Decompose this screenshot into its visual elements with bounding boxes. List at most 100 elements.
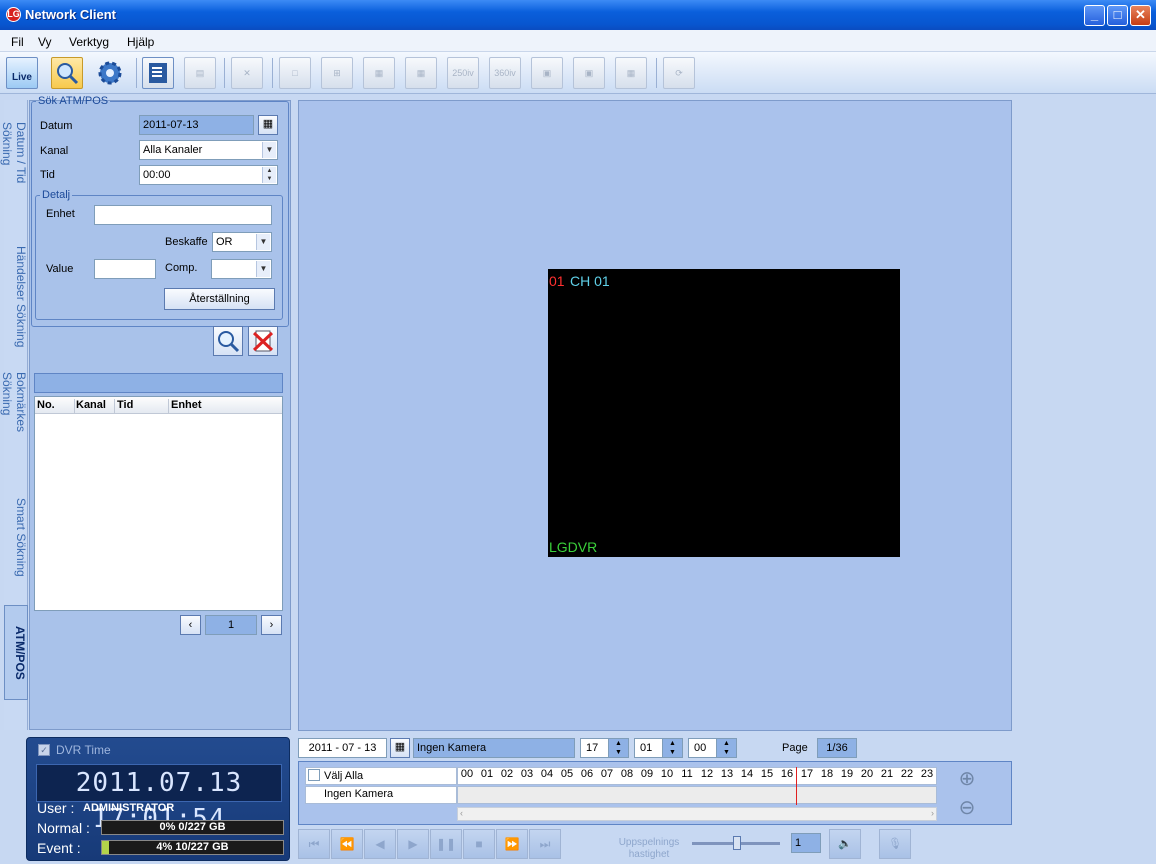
date-field[interactable]: 2011-07-13 (139, 115, 254, 135)
timeline-date-field[interactable]: 2011 - 07 - 13 (298, 738, 387, 758)
value-input[interactable] (94, 259, 156, 279)
tab-date-time-search[interactable]: Datum / Tid Sökning (0, 104, 28, 224)
magnifier-icon (57, 63, 79, 85)
play-button[interactable]: ▶ (397, 829, 429, 859)
pause-button[interactable]: ❚❚ (430, 829, 462, 859)
tab-event-label: Händelser Sökning (14, 246, 28, 348)
column-header-channel[interactable]: Kanal (76, 399, 115, 414)
refresh-button[interactable]: ⟳ (663, 57, 695, 89)
step-forward-button[interactable]: ⏩ (496, 829, 528, 859)
dvr-clock: 2011.07.13 17:01:54 (36, 764, 282, 834)
fullscreen-button[interactable]: ✕ (231, 57, 263, 89)
prev-page-button[interactable]: ‹ (180, 615, 201, 635)
step-back-icon: ⏪ (339, 837, 355, 851)
menu-fil[interactable]: Fil (11, 35, 24, 49)
rewind-start-button[interactable]: ⏮ (298, 829, 330, 859)
layout-6-button[interactable]: ▣ (531, 57, 563, 89)
value-label: Value (46, 263, 74, 275)
tab-smart-search[interactable]: Smart Sökning (4, 480, 28, 590)
toolbar: Live ▤ ✕ □ ⊞ ▦ ▦ 250iv 360iv ▣ ▣ ▦ ⟳ (0, 52, 1156, 94)
tab-atm-pos[interactable]: ATM/POS (4, 605, 28, 700)
step-forward-icon: ⏩ (504, 837, 520, 851)
menu-vy[interactable]: Vy (38, 35, 52, 49)
layout-1-button[interactable]: □ (279, 57, 311, 89)
hour-value: 17 (586, 742, 599, 754)
layout-250iv-button[interactable]: 250iv (447, 57, 479, 89)
column-header-no[interactable]: No. (37, 399, 75, 414)
clear-search-button[interactable] (248, 326, 278, 356)
layout-360iv-button[interactable]: 360iv (489, 57, 521, 89)
video-tile-ch01[interactable]: 01 CH 01 LGDVR (548, 269, 900, 557)
time-label: Tid (40, 169, 55, 181)
settings-button[interactable] (94, 57, 126, 89)
layout-250iv-label: 250iv (452, 68, 474, 78)
time-stepper[interactable]: 00:00 ▲ ▼ (139, 165, 278, 185)
unit-input[interactable] (94, 205, 272, 225)
layout-8-button[interactable]: ▣ (573, 57, 605, 89)
results-table[interactable]: No. Kanal Tid Enhet (34, 396, 283, 611)
tab-bookmark-search[interactable]: Bokmärkes Sökning (0, 354, 28, 478)
channel-name: CH 01 (570, 273, 610, 289)
dvr-time-checkbox[interactable]: ✓ (38, 744, 50, 756)
calendar-icon: ▦ (394, 741, 406, 753)
type-select[interactable]: OR ▼ (212, 232, 272, 252)
select-all-checkbox[interactable] (308, 769, 320, 781)
layout-16-button[interactable]: ▦ (405, 57, 437, 89)
layout-9-button[interactable]: ▦ (363, 57, 395, 89)
search-button[interactable] (213, 326, 243, 356)
zoom-in-button[interactable]: ⊕ (953, 766, 981, 794)
gear-icon (98, 61, 122, 85)
hour-label: 14 (740, 768, 754, 780)
time-value: 00:00 (143, 169, 171, 181)
menu-verktyg[interactable]: Verktyg (69, 35, 109, 49)
delete-icon (252, 330, 274, 352)
reverse-play-button[interactable]: ◀ (364, 829, 396, 859)
hour-stepper[interactable]: 17 ▲ ▼ (580, 738, 629, 758)
camera-select[interactable]: Ingen Kamera (413, 738, 575, 758)
fullscreen-icon: ✕ (243, 68, 251, 78)
timeline-calendar-button[interactable]: ▦ (390, 738, 410, 758)
next-page-button[interactable]: › (261, 615, 282, 635)
channel-number: 01 (549, 273, 565, 289)
forward-end-button[interactable]: ⏭ (529, 829, 561, 859)
export-button[interactable] (142, 57, 174, 89)
chevron-right-icon: › (269, 619, 274, 631)
calendar-button[interactable]: ▦ (258, 115, 278, 135)
printer-icon: ▤ (195, 68, 205, 78)
audio-button[interactable]: 🔈 (829, 829, 861, 859)
live-button[interactable]: Live (6, 57, 38, 89)
column-header-time[interactable]: Tid (117, 399, 169, 414)
search-mode-button[interactable] (51, 57, 83, 89)
timeline-scrollbar[interactable]: ‹ › (457, 807, 937, 821)
close-button[interactable]: ✕ (1130, 5, 1151, 26)
tab-bookmark-label: Bokmärkes Sökning (0, 372, 28, 433)
layout-13-button[interactable]: ▦ (615, 57, 647, 89)
comp-select[interactable]: ▼ (211, 259, 272, 279)
recording-track[interactable] (457, 786, 937, 804)
hour-label: 10 (660, 768, 674, 780)
layout-4-icon: ⊞ (333, 68, 341, 78)
minute-stepper[interactable]: 01 ▲ ▼ (634, 738, 683, 758)
spin-arrows-icon: ▲ ▼ (262, 167, 276, 183)
stop-button[interactable]: ■ (463, 829, 495, 859)
page-number[interactable]: 1 (205, 615, 257, 635)
zoom-out-button[interactable]: ⊖ (953, 795, 981, 823)
reset-button[interactable]: Återställning (164, 288, 275, 310)
maximize-button[interactable]: □ (1107, 5, 1128, 26)
print-button[interactable]: ▤ (184, 57, 216, 89)
layout-4-button[interactable]: ⊞ (321, 57, 353, 89)
step-back-button[interactable]: ⏪ (331, 829, 363, 859)
spin-arrows-icon: ▲ ▼ (716, 739, 736, 757)
channel-select[interactable]: Alla Kanaler ▼ (139, 140, 278, 160)
hour-label: 09 (640, 768, 654, 780)
normal-storage-bar: 0% 0/227 GB (101, 820, 284, 835)
tab-event-search[interactable]: Händelser Sökning (4, 228, 28, 352)
refresh-icon: ⟳ (675, 68, 683, 78)
speed-slider-handle[interactable] (733, 836, 741, 850)
column-header-unit[interactable]: Enhet (171, 399, 282, 414)
microphone-button[interactable]: 🎙 (879, 829, 911, 859)
layout-16-icon: ▦ (416, 68, 426, 78)
menu-hjalp[interactable]: Hjälp (127, 35, 154, 49)
minimize-button[interactable]: _ (1084, 5, 1105, 26)
second-stepper[interactable]: 00 ▲ ▼ (688, 738, 737, 758)
